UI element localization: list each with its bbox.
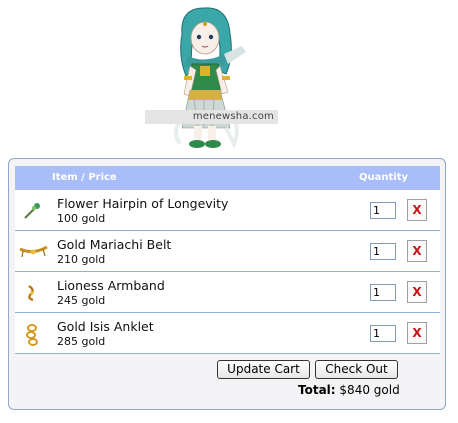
item-price: 245 gold <box>57 294 106 307</box>
anklet-icon <box>19 319 45 347</box>
quantity-input[interactable] <box>370 243 396 260</box>
item-name: Gold Mariachi Belt <box>57 237 172 252</box>
cart-header: Item / Price Quantity <box>15 166 440 190</box>
belt-icon <box>19 237 48 265</box>
check-out-button[interactable]: Check Out <box>315 360 398 379</box>
cart-row: Lioness Armband 245 gold X <box>15 272 440 313</box>
avatar-preview <box>142 4 282 152</box>
site-watermark: menewsha.com <box>145 110 278 124</box>
cart-row: Gold Mariachi Belt 210 gold X <box>15 231 440 272</box>
quantity-header: Quantity <box>359 172 408 183</box>
avatar-image <box>174 7 246 149</box>
item-name: Gold Isis Anklet <box>57 319 154 334</box>
remove-item-button[interactable]: X <box>407 240 427 262</box>
quantity-input[interactable] <box>370 284 396 301</box>
update-cart-button[interactable]: Update Cart <box>217 360 310 379</box>
total-value: $840 gold <box>339 383 400 397</box>
item-name: Lioness Armband <box>57 278 165 293</box>
cart-row: Flower Hairpin of Longevity 100 gold X <box>15 190 440 231</box>
remove-item-button[interactable]: X <box>407 322 427 344</box>
item-name: Flower Hairpin of Longevity <box>57 196 229 211</box>
quantity-input[interactable] <box>370 202 396 219</box>
remove-item-button[interactable]: X <box>407 199 427 221</box>
cart-row: Gold Isis Anklet 285 gold X <box>15 313 440 354</box>
shopping-cart: Item / Price Quantity Flower Hairpin of … <box>8 158 446 410</box>
item-price: 210 gold <box>57 253 106 266</box>
remove-item-button[interactable]: X <box>407 281 427 303</box>
item-price-header: Item / Price <box>52 172 117 183</box>
cart-items: Flower Hairpin of Longevity 100 gold X G… <box>15 190 440 354</box>
armband-icon <box>19 278 45 306</box>
flower-hairpin-icon <box>19 196 45 224</box>
item-price: 285 gold <box>57 335 106 348</box>
item-price: 100 gold <box>57 212 106 225</box>
total-label: Total: <box>298 383 336 397</box>
quantity-input[interactable] <box>370 325 396 342</box>
cart-total: Total: $840 gold <box>298 383 400 397</box>
